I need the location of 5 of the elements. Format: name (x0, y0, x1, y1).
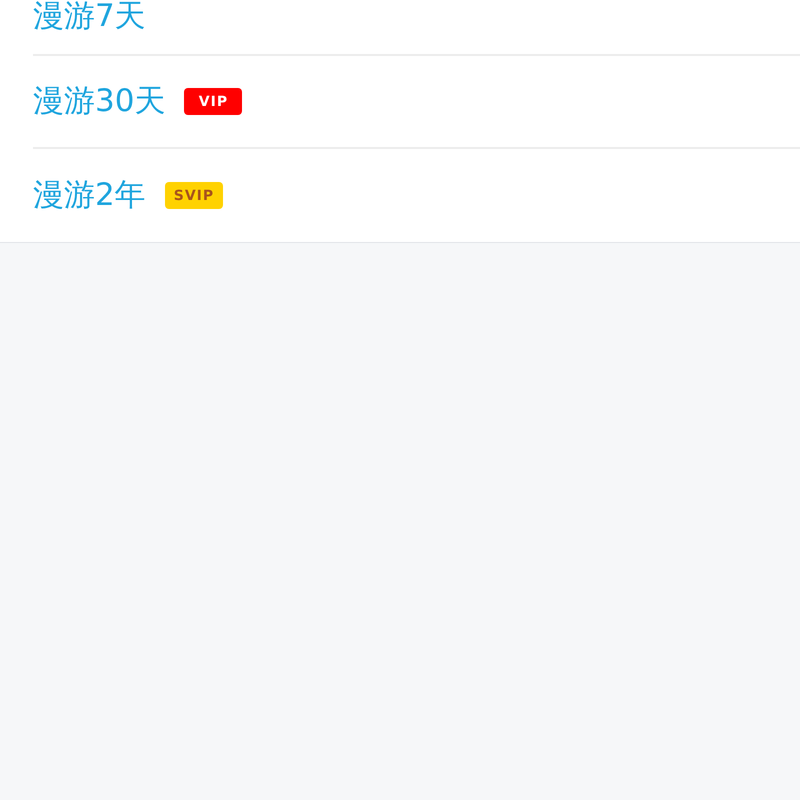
item-label[interactable]: 漫游7天 (33, 0, 146, 33)
item-label[interactable]: 漫游30天 (33, 85, 166, 118)
vip-badge: VIP (184, 88, 242, 115)
svip-badge: SVIP (164, 182, 224, 209)
item-label[interactable]: 漫游2年 (33, 179, 146, 212)
